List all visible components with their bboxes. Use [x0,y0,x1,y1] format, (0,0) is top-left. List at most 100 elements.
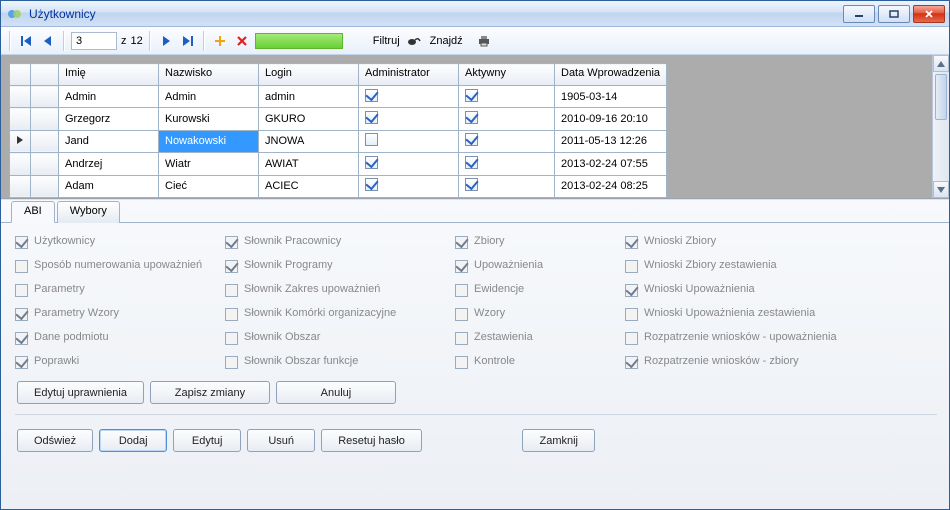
minimize-button[interactable] [843,5,875,23]
delete-button[interactable]: Usuń [247,429,315,452]
row-header[interactable] [31,175,59,197]
close-button[interactable] [913,5,945,23]
cell-imie[interactable]: Adam [59,175,159,197]
cell-active[interactable] [459,86,555,108]
cell-imie[interactable]: Andrzej [59,153,159,175]
checkbox-icon[interactable] [365,178,378,191]
cell-nazwisko[interactable]: Admin [159,86,259,108]
cell-active[interactable] [459,175,555,197]
delete-record-icon[interactable] [233,32,251,50]
table-row[interactable]: AndrzejWiatrAWIAT 2013-02-24 07:55 [10,153,667,175]
checkbox-icon[interactable] [365,89,378,102]
tab-wybory[interactable]: Wybory [57,201,120,223]
cancel-button[interactable]: Anuluj [276,381,396,404]
checkbox-icon[interactable] [465,178,478,191]
perm-slownik-komorki: Słownik Komórki organizacyjne [225,307,445,321]
cell-imie[interactable]: Admin [59,86,159,108]
cell-nazwisko[interactable]: Cieć [159,175,259,197]
checkbox-icon [15,356,28,369]
perm-label: Parametry Wzory [34,307,119,319]
row-header[interactable] [31,153,59,175]
cell-date[interactable]: 2010-09-16 20:10 [555,108,667,130]
checkbox-icon [225,356,238,369]
cell-date[interactable]: 2011-05-13 12:26 [555,130,667,152]
cell-active[interactable] [459,130,555,152]
col-admin[interactable]: Administrator [359,64,459,86]
cell-nazwisko[interactable]: Wiatr [159,153,259,175]
checkbox-icon[interactable] [365,133,378,146]
col-active[interactable]: Aktywny [459,64,555,86]
close-window-button[interactable]: Zamknij [522,429,595,452]
scroll-up-icon[interactable] [933,55,949,72]
prev-record-icon[interactable] [39,32,57,50]
cell-login[interactable]: ACIEC [259,175,359,197]
add-button[interactable]: Dodaj [99,429,167,452]
refresh-button[interactable]: Odśwież [17,429,93,452]
add-record-icon[interactable] [211,32,229,50]
scroll-down-icon[interactable] [933,181,949,198]
reset-password-button[interactable]: Resetuj hasło [321,429,422,452]
maximize-button[interactable] [878,5,910,23]
scroll-thumb[interactable] [935,74,947,120]
cell-active[interactable] [459,108,555,130]
cell-nazwisko[interactable]: Nowakowski [159,130,259,152]
printer-icon[interactable] [475,32,493,50]
checkbox-icon[interactable] [465,133,478,146]
titlebar: Użytkownicy [1,1,949,27]
edit-button[interactable]: Edytuj [173,429,241,452]
tab-abi[interactable]: ABI [11,201,55,223]
cell-login[interactable]: AWIAT [259,153,359,175]
find-button[interactable]: Znajdź [428,35,465,47]
cell-admin[interactable] [359,108,459,130]
table-row[interactable]: JandNowakowskiJNOWA 2011-05-13 12:26 [10,130,667,152]
cell-date[interactable]: 2013-02-24 07:55 [555,153,667,175]
checkbox-icon[interactable] [465,111,478,124]
perm-label: Wnioski Zbiory zestawienia [644,259,777,271]
last-record-icon[interactable] [179,32,197,50]
vertical-scrollbar[interactable] [932,55,949,198]
filter-button[interactable]: Filtruj [371,35,402,47]
perm-label: Słownik Komórki organizacyjne [244,307,396,319]
cell-imie[interactable]: Jand [59,130,159,152]
checkbox-icon [455,284,468,297]
cell-admin[interactable] [359,130,459,152]
row-header[interactable] [31,108,59,130]
perm-slownik-obszar-funkcje: Słownik Obszar funkcje [225,355,445,369]
row-header[interactable] [31,86,59,108]
save-changes-button[interactable]: Zapisz zmiany [150,381,270,404]
col-nazwisko[interactable]: Nazwisko [159,64,259,86]
users-table[interactable]: Imię Nazwisko Login Administrator Aktywn… [9,63,667,198]
cell-login[interactable]: GKURO [259,108,359,130]
edit-permissions-button[interactable]: Edytuj uprawnienia [17,381,144,404]
checkbox-icon [625,332,638,345]
window-title: Użytkownicy [29,7,843,21]
cell-login[interactable]: JNOWA [259,130,359,152]
table-row[interactable]: AdminAdminadmin1905-03-14 [10,86,667,108]
cell-admin[interactable] [359,153,459,175]
checkbox-icon[interactable] [365,156,378,169]
row-header[interactable] [31,130,59,152]
col-imie[interactable]: Imię [59,64,159,86]
perm-label: Słownik Obszar [244,331,320,343]
table-row[interactable]: AdamCiećACIEC 2013-02-24 08:25 [10,175,667,197]
next-record-icon[interactable] [157,32,175,50]
find-icon[interactable] [406,32,424,50]
cell-active[interactable] [459,153,555,175]
cell-login[interactable]: admin [259,86,359,108]
cell-imie[interactable]: Grzegorz [59,108,159,130]
table-row[interactable]: GrzegorzKurowskiGKURO 2010-09-16 20:10 [10,108,667,130]
cell-admin[interactable] [359,86,459,108]
checkbox-icon[interactable] [465,156,478,169]
cell-nazwisko[interactable]: Kurowski [159,108,259,130]
checkbox-icon [15,236,28,249]
first-record-icon[interactable] [17,32,35,50]
cell-admin[interactable] [359,175,459,197]
checkbox-icon[interactable] [465,89,478,102]
col-login[interactable]: Login [259,64,359,86]
cell-date[interactable]: 1905-03-14 [555,86,667,108]
checkbox-icon[interactable] [365,111,378,124]
page-input[interactable] [71,32,117,50]
col-date[interactable]: Data Wprowadzenia [555,64,667,86]
cell-date[interactable]: 2013-02-24 08:25 [555,175,667,197]
checkbox-icon [455,308,468,321]
